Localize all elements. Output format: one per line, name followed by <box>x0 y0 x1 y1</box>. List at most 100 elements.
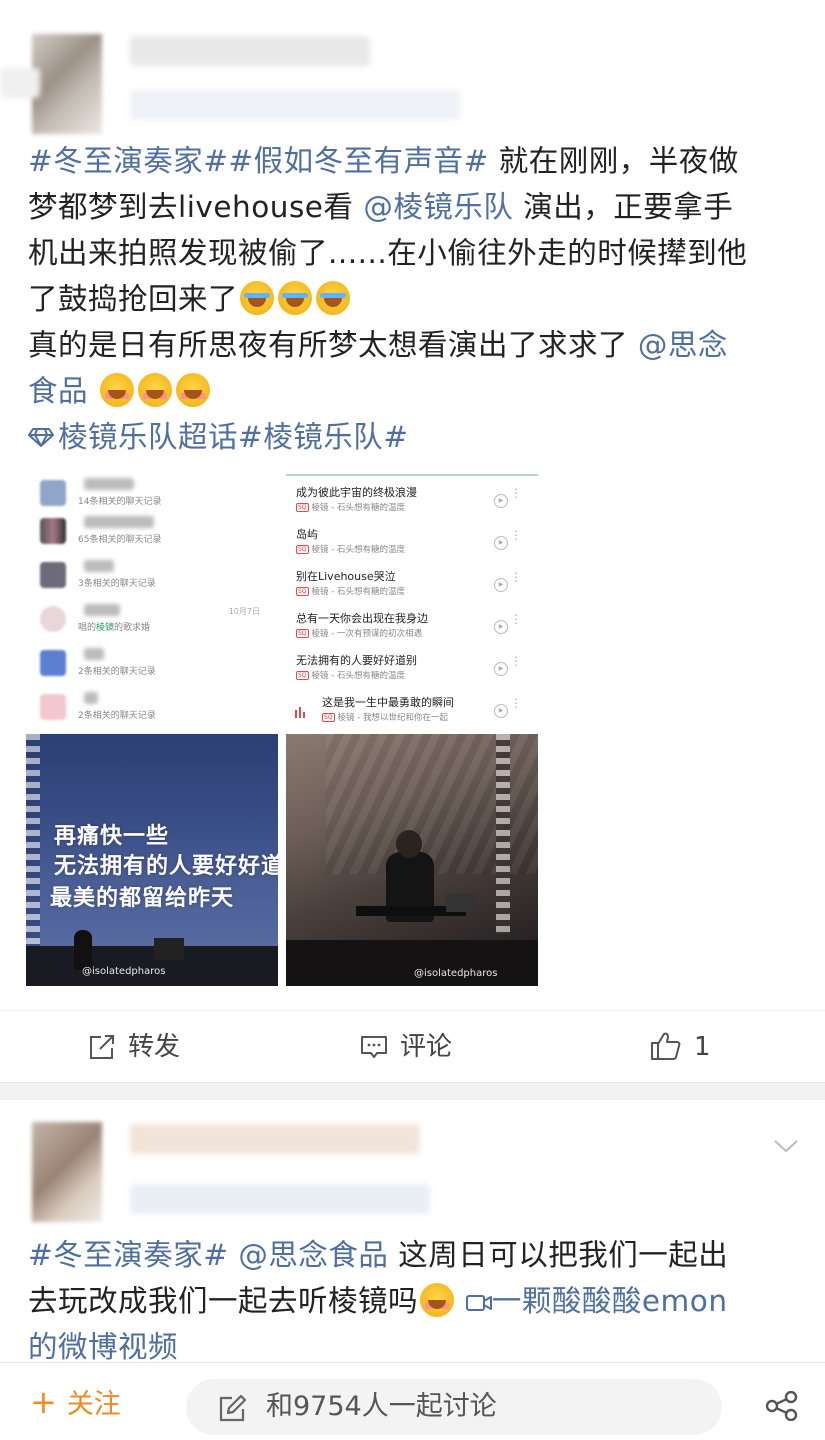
song-artist: SQ 棱镜 - 石头想有糖的温度 <box>296 671 406 681</box>
laugh-cry-emoji-icon <box>240 281 275 315</box>
more-icon: ⋮ <box>510 696 522 710</box>
crying-blush-emoji-icon <box>99 373 134 407</box>
song-artist: SQ 棱镜 - 石头想有糖的温度 <box>296 545 406 555</box>
mention-link[interactable]: @思念食品 <box>228 1238 388 1272</box>
name-blurred <box>84 478 134 490</box>
edit-icon <box>219 1394 247 1422</box>
post-text: 去玩改成我们一起去听棱镜吗 <box>28 1284 419 1318</box>
repost-icon <box>90 1035 114 1059</box>
mention-link[interactable]: @棱镜乐队 <box>363 190 513 224</box>
stage-performer-photo[interactable]: @isolatedpharos <box>286 734 538 986</box>
bottom-bar: + 关注 和9754人一起讨论 <box>0 1362 825 1440</box>
song-row-playing: 这是我一生中最勇敢的瞬间 SQ 棱镜 - 我想以世纪和你在一起 ▶ ⋮ <box>320 694 532 726</box>
play-icon: ▶ <box>494 536 508 550</box>
follow-label: 关注 <box>66 1389 121 1420</box>
laptop <box>446 894 476 912</box>
performer <box>74 930 92 970</box>
song-title: 岛屿 <box>296 528 318 541</box>
mention-link[interactable]: 食品 <box>28 374 88 408</box>
author-name-blurred[interactable] <box>130 36 370 66</box>
avatar <box>40 480 66 506</box>
song-artist: SQ 棱镜 - 石头想有糖的温度 <box>296 587 406 597</box>
post-text: 机出来拍照发现被偷了......在小偷往外走的时候撵到他 <box>28 236 748 270</box>
play-icon: ▶ <box>494 620 508 634</box>
photo-watermark: @isolatedpharos <box>82 966 166 977</box>
song-title: 成为彼此宇宙的终极浪漫 <box>296 486 417 499</box>
post-text: 梦都梦到去livehouse看 <box>28 190 354 224</box>
discuss-input[interactable]: 和9754人一起讨论 <box>186 1379 722 1435</box>
more-icon: ⋮ <box>510 528 522 542</box>
comment-icon <box>361 1036 387 1058</box>
chevron-down-icon[interactable] <box>773 1138 799 1154</box>
avatar <box>40 518 66 544</box>
hashtag-link[interactable]: #冬至演奏家##假如冬至有声音# <box>28 144 489 178</box>
name-blurred <box>84 604 120 616</box>
plus-icon: + <box>30 1383 57 1421</box>
hashtag-link[interactable]: #冬至演奏家# <box>28 1238 228 1272</box>
feed-divider <box>0 1082 825 1100</box>
name-blurred <box>84 560 114 572</box>
hashtag-link[interactable]: #棱镜乐队# <box>238 420 408 454</box>
screen-lyric-line: 无法拥有的人要好好道 <box>54 853 278 879</box>
post-line: #冬至演奏家##假如冬至有声音# 就在刚刚，半夜做 <box>28 138 795 184</box>
weibo-post: #冬至演奏家##假如冬至有声音# 就在刚刚，半夜做 梦都梦到去livehouse… <box>0 0 825 1082</box>
post-text: 演出，正要拿手 <box>513 190 734 224</box>
post-meta-blurred <box>130 90 460 120</box>
post-text: 这周日可以把我们一起出 <box>388 1238 729 1272</box>
avatar[interactable] <box>32 1122 102 1222</box>
crying-blush-emoji-icon <box>137 373 172 407</box>
laugh-cry-emoji-icon <box>278 281 313 315</box>
author-name-blurred[interactable] <box>130 1124 420 1154</box>
mention-link[interactable]: @思念 <box>638 328 728 362</box>
post-meta-blurred <box>130 1184 430 1214</box>
chat-result-count: 3条相关的聊天记录 <box>78 579 156 589</box>
chat-result-count: 2条相关的聊天记录 <box>78 711 156 721</box>
song-title: 总有一天你会出现在我身边 <box>296 612 428 625</box>
now-playing-bars-icon <box>295 707 305 718</box>
screen-lyric-line: 最美的都留给昨天 <box>50 885 235 911</box>
chat-result-count: 65条相关的聊天记录 <box>78 535 162 545</box>
repost-button[interactable]: 转发 <box>88 1029 180 1065</box>
post-line: 梦都梦到去livehouse看 @棱镜乐队 演出，正要拿手 <box>28 184 795 230</box>
top-border <box>286 474 538 476</box>
share-icon[interactable] <box>764 1391 800 1421</box>
song-row: 岛屿 SQ 棱镜 - 石头想有糖的温度 ▶ ⋮ <box>294 526 532 566</box>
avatar[interactable] <box>32 34 102 134</box>
stage-truss <box>496 734 510 934</box>
chat-result-row: 65条相关的聊天记录 <box>36 514 276 558</box>
play-icon: ▶ <box>494 494 508 508</box>
screen-lyric-line: 再痛快一些 <box>54 823 170 849</box>
post-header-blurred[interactable] <box>0 28 520 138</box>
post-line: 了鼓捣抢回来了 <box>28 276 795 322</box>
more-icon: ⋮ <box>510 654 522 668</box>
video-link[interactable]: 的微博视频 <box>28 1330 178 1364</box>
video-link[interactable]: 一颗酸酸酸emon <box>492 1284 728 1318</box>
supertopic-link[interactable]: 棱镜乐队超话 <box>58 420 238 454</box>
like-count: 1 <box>694 1032 711 1062</box>
song-list-screenshot[interactable]: 成为彼此宇宙的终极浪漫 SQ 棱镜 - 石头想有糖的温度 ▶ ⋮ 岛屿 SQ 棱镜 … <box>286 474 538 726</box>
comment-button[interactable]: 评论 <box>360 1029 452 1065</box>
weibo-post: #冬至演奏家# @思念食品 这周日可以把我们一起出 去玩改成我们一起去听棱镜吗 … <box>0 1100 825 1364</box>
follow-button[interactable]: + 关注 <box>30 1383 121 1424</box>
chat-result-row: 2条相关的聊天记录 <box>36 690 276 726</box>
post-line: 棱镜乐队超话#棱镜乐队# <box>28 414 795 460</box>
comment-label: 评论 <box>400 1032 453 1062</box>
photo-watermark: @isolatedpharos <box>414 968 498 979</box>
thumbs-up-icon <box>651 1032 681 1060</box>
chat-result-row: 3条相关的聊天记录 <box>36 558 276 602</box>
post-line: 真的是日有所思夜有所梦太想看演出了求求了 @思念 <box>28 322 795 368</box>
song-row: 无法拥有的人要好好道别 SQ 棱镜 - 石头想有糖的温度 ▶ ⋮ <box>294 652 532 692</box>
song-artist: SQ 棱镜 - 一次有预谋的初次相遇 <box>296 629 423 639</box>
more-icon: ⋮ <box>510 570 522 584</box>
supertopic-diamond-icon <box>28 428 54 447</box>
post-header-blurred[interactable] <box>0 1110 520 1222</box>
like-button[interactable]: 1 <box>650 1029 711 1065</box>
name-blurred <box>84 692 98 704</box>
chat-result-row: 2条相关的聊天记录 <box>36 646 276 690</box>
song-artist: SQ 棱镜 - 我想以世纪和你在一起 <box>322 713 449 723</box>
stage-screen-photo[interactable]: 再痛快一些 无法拥有的人要好好道 最美的都留给昨天 @isolatedpharo… <box>26 734 278 986</box>
play-icon: ▶ <box>494 662 508 676</box>
post-line: #冬至演奏家# @思念食品 这周日可以把我们一起出 <box>28 1232 795 1278</box>
post-text: 就在刚刚，半夜做 <box>488 144 739 178</box>
chat-search-screenshot[interactable]: 14条相关的聊天记录 65条相关的聊天记录 3条相关的聊天记录 唱的棱镜的歌求婚… <box>26 474 278 726</box>
